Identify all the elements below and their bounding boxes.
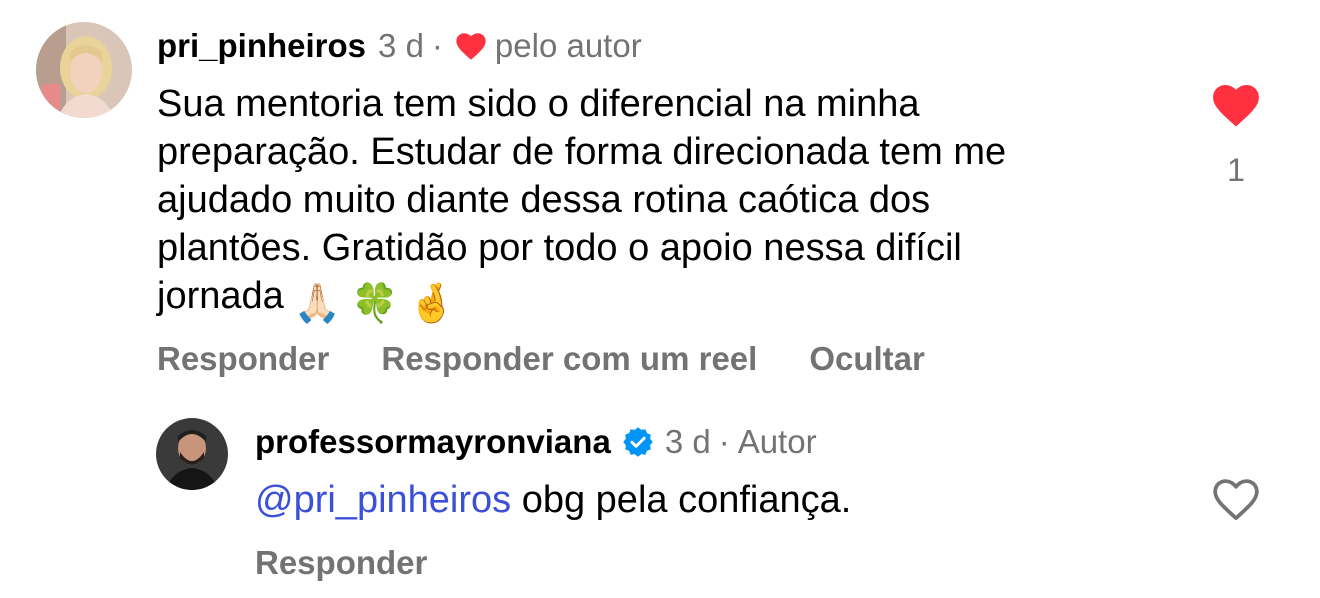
mention-link[interactable]: @pri_pinheiros [255, 479, 511, 521]
filled-heart-icon [1213, 85, 1259, 127]
comment-header: pri_pinheiros 3 d · pelo autor [157, 24, 642, 68]
comment-line: Sua mentoria tem sido o diferencial na m… [157, 83, 920, 125]
reply-actions: Responder [255, 541, 427, 585]
reply-header: professormayronviana 3 d · Autor [255, 420, 817, 464]
commenter-username[interactable]: pri_pinheiros [157, 24, 366, 68]
crossed-fingers-emoji: 🤞 [408, 283, 456, 325]
author-label: Autor [737, 423, 817, 460]
outline-heart-icon [1213, 479, 1259, 521]
liked-by-author-label: pelo autor [494, 27, 642, 64]
reply-timestamp: 3 d [664, 423, 711, 460]
praying-hands-emoji: 🙏🏻 [293, 283, 342, 325]
reply-with-reel-button[interactable]: Responder com um reel [381, 337, 757, 381]
separator-dot: · [431, 27, 443, 64]
comment-like-button[interactable] [1211, 82, 1261, 128]
replier-avatar[interactable] [156, 418, 228, 490]
reply-button[interactable]: Responder [157, 337, 329, 381]
heart-icon [455, 31, 487, 61]
comment-line: plantões. Gratidão por todo o apoio ness… [157, 227, 962, 269]
comment-line: ajudado muito diante dessa rotina caótic… [157, 179, 931, 221]
comment-line-last: jornada 🙏🏻 🍀 🤞 [157, 272, 1157, 328]
reply-to-reply-button[interactable]: Responder [255, 541, 427, 585]
comment-actions: Responder Responder com um reel Ocultar [157, 337, 977, 381]
replier-username[interactable]: professormayronviana [255, 420, 611, 464]
hide-button[interactable]: Ocultar [809, 337, 925, 381]
four-leaf-clover-emoji: 🍀 [351, 283, 399, 325]
reply-like-button[interactable] [1211, 476, 1261, 522]
comment-body: Sua mentoria tem sido o diferencial na m… [157, 80, 1157, 328]
comment-line: jornada [157, 275, 284, 317]
verified-badge-icon [623, 427, 653, 457]
comment-timestamp: 3 d [378, 27, 424, 64]
reply-body: @pri_pinheiros obg pela confiança. [255, 476, 851, 524]
comment-line: preparação. Estudar de forma direcionada… [157, 131, 1007, 173]
like-count[interactable]: 1 [1200, 148, 1272, 192]
reply-text: obg pela confiança. [511, 479, 852, 521]
separator-dot: · [718, 423, 730, 460]
commenter-avatar[interactable] [36, 22, 132, 118]
